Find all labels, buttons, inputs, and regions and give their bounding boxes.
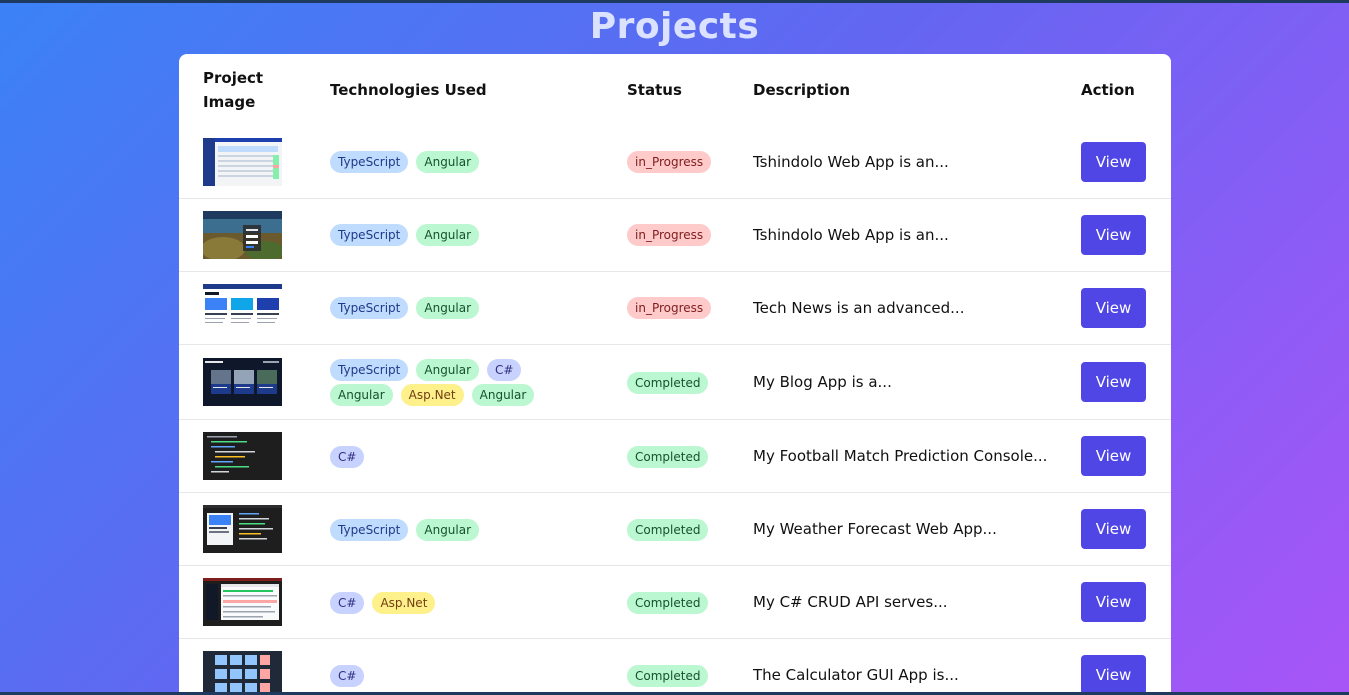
tech-badge: TypeScript [330,297,409,319]
tech-badge: C# [487,359,522,381]
status-badge: Completed [627,446,709,468]
project-description: Tshindolo Web App is an... [753,226,949,244]
table-row: C# Completed My Football Match Predictio… [179,419,1171,493]
view-button[interactable]: View [1081,655,1146,695]
view-button[interactable]: View [1081,436,1146,476]
status-badge: Completed [627,592,709,614]
header-project-image: Project Image [203,69,264,111]
tech-badges: C# [330,665,560,687]
tech-badge: Angular [471,384,535,406]
tech-badge: TypeScript [330,151,409,173]
header-technologies: Technologies Used [330,81,487,99]
view-button[interactable]: View [1081,215,1146,255]
tech-badge: TypeScript [330,224,409,246]
project-description: My Football Match Prediction Console... [753,447,1048,465]
project-description: Tech News is an advanced... [753,299,965,317]
project-description: My C# CRUD API serves... [753,593,948,611]
project-description: The Calculator GUI App is... [753,666,959,684]
tech-badges: TypeScript Angular [330,224,560,246]
table-row: TypeScript Angular in_Progress Tshindolo… [179,126,1171,198]
tech-badges: TypeScript Angular [330,519,560,541]
project-thumbnail[interactable] [203,358,282,406]
tech-badge: TypeScript [330,519,409,541]
tech-badge: Angular [416,151,480,173]
tech-badge: Angular [416,297,480,319]
tech-badges: TypeScript Angular [330,297,560,319]
table-row: TypeScript Angular in_Progress Tshindolo… [179,198,1171,271]
header-action: Action [1081,81,1135,99]
tech-badge: Angular [330,384,393,406]
status-badge: in_Progress [627,151,712,173]
project-thumbnail[interactable] [203,578,282,626]
tech-badge: C# [330,446,365,468]
project-description: My Blog App is a... [753,373,892,391]
project-thumbnail[interactable] [203,651,282,695]
header-description: Description [753,81,851,99]
status-badge: Completed [627,372,709,394]
projects-table-card: Project Image Technologies Used Status D… [179,54,1171,695]
view-button[interactable]: View [1081,142,1146,182]
tech-badge: Asp.Net [400,384,464,406]
table-row: TypeScript Angular in_Progress Tech News… [179,271,1171,344]
tech-badges: C# [330,446,560,468]
tech-badge: Angular [416,519,480,541]
project-thumbnail[interactable] [203,284,282,332]
tech-badge: C# [330,592,365,614]
view-button[interactable]: View [1081,362,1146,402]
window-top-edge [0,0,1349,3]
header-status: Status [627,81,682,99]
tech-badges: C# Asp.Net [330,592,560,614]
table-row: C# Asp.Net Completed My C# CRUD API serv… [179,565,1171,639]
tech-badge: Angular [416,224,480,246]
tech-badge: TypeScript [330,359,409,381]
status-badge: in_Progress [627,224,712,246]
view-button[interactable]: View [1081,582,1146,622]
tech-badge: C# [330,665,365,687]
tech-badges: TypeScript Angular [330,151,560,173]
project-thumbnail[interactable] [203,211,282,259]
project-description: Tshindolo Web App is an... [753,153,949,171]
tech-badge: Angular [416,359,480,381]
status-badge: Completed [627,519,709,541]
table-row: TypeScript Angular Completed My Weather … [179,492,1171,566]
project-thumbnail[interactable] [203,138,282,186]
table-row: C# Completed The Calculator GUI App is..… [179,638,1171,695]
project-thumbnail[interactable] [203,432,282,480]
view-button[interactable]: View [1081,288,1146,328]
view-button[interactable]: View [1081,509,1146,549]
tech-badges: TypeScript Angular C# Angular Asp.Net An… [330,359,560,406]
page-title: Projects [589,6,760,48]
status-badge: in_Progress [627,297,712,319]
table-header: Project Image Technologies Used Status D… [179,54,1171,126]
project-description: My Weather Forecast Web App... [753,520,997,538]
status-badge: Completed [627,665,709,687]
project-thumbnail[interactable] [203,505,282,553]
table-row: TypeScript Angular C# Angular Asp.Net An… [179,344,1171,420]
tech-badge: Asp.Net [372,592,436,614]
